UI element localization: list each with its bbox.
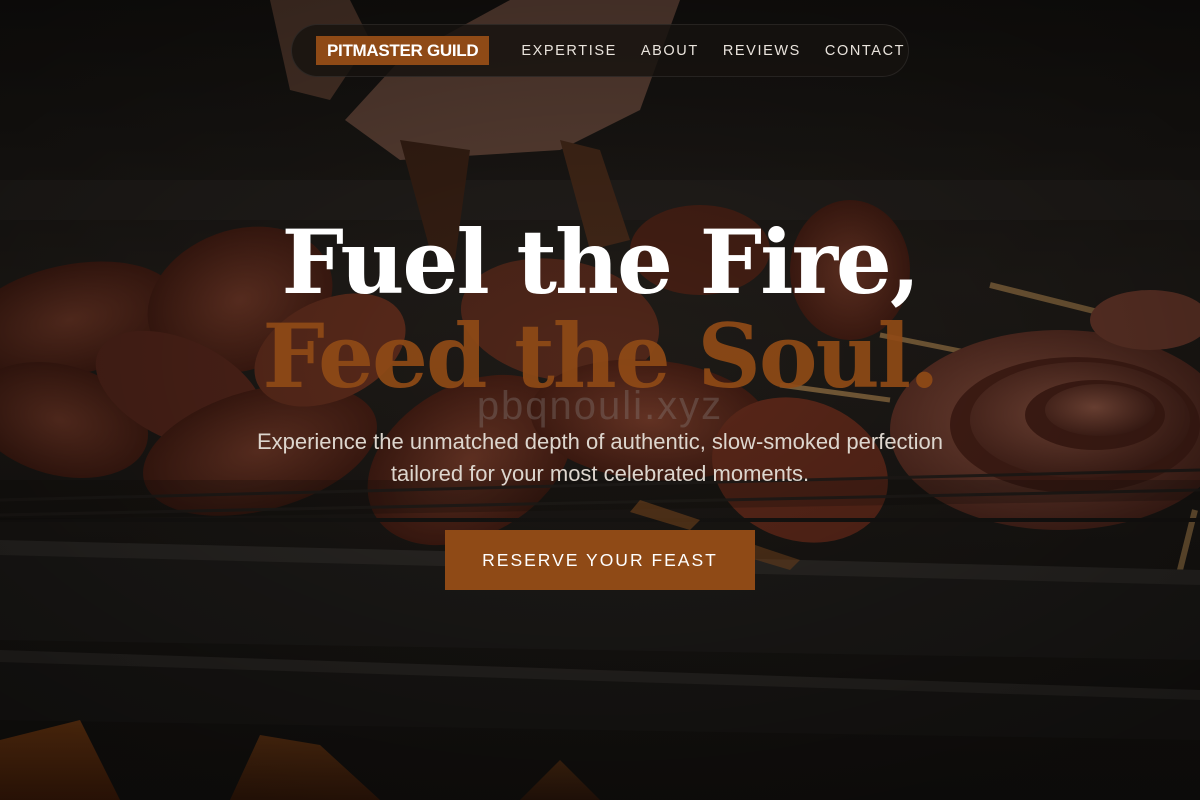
nav-links: EXPERTISE ABOUT REVIEWS CONTACT — [521, 43, 929, 59]
hero-subtitle: Experience the unmatched depth of authen… — [200, 426, 1000, 490]
top-navbar: PITMASTER GUILD EXPERTISE ABOUT REVIEWS … — [291, 24, 909, 77]
nav-link-about[interactable]: ABOUT — [641, 43, 699, 59]
reserve-feast-button[interactable]: RESERVE YOUR FEAST — [445, 530, 755, 590]
hero-subtitle-line2: tailored for your most celebrated moment… — [390, 461, 810, 486]
nav-link-contact[interactable]: CONTACT — [825, 43, 905, 59]
brand-logo[interactable]: PITMASTER GUILD — [316, 36, 490, 65]
nav-link-expertise[interactable]: EXPERTISE — [521, 43, 617, 59]
nav-link-reviews[interactable]: REVIEWS — [723, 43, 801, 59]
hero-title-line1: Fuel the Fire, — [281, 210, 920, 314]
hero-subtitle-line1: Experience the unmatched depth of authen… — [256, 429, 944, 454]
watermark-text: pbqnouli.xyz — [476, 384, 724, 428]
